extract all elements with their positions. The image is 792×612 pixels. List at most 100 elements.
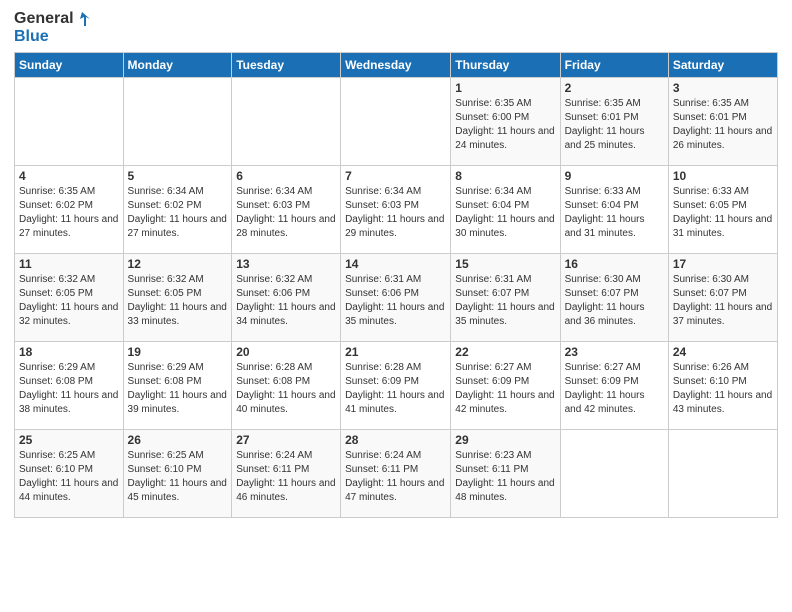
calendar-day-header: Thursday: [451, 53, 560, 78]
day-info: Sunrise: 6:30 AMSunset: 6:07 PMDaylight:…: [673, 274, 772, 327]
day-info: Sunrise: 6:26 AMSunset: 6:10 PMDaylight:…: [673, 362, 772, 415]
day-info: Sunrise: 6:25 AMSunset: 6:10 PMDaylight:…: [19, 450, 118, 503]
calendar-cell: 12Sunrise: 6:32 AMSunset: 6:05 PMDayligh…: [123, 254, 232, 342]
calendar-cell: 14 Sunrise: 6:31 AMSunset: 6:06 PMDayligh…: [341, 254, 451, 342]
page: GeneralBlue SundayMondayTuesdayWednesday…: [0, 0, 792, 612]
day-number: 2: [565, 81, 664, 95]
day-number: 24: [673, 345, 773, 359]
day-info: Sunrise: 6:24 AMSunset: 6:11 PMDaylight:…: [345, 450, 444, 503]
calendar-cell: 26Sunrise: 6:25 AMSunset: 6:10 PMDayligh…: [123, 430, 232, 518]
logo: GeneralBlue: [14, 10, 94, 46]
day-number: 11: [19, 257, 119, 271]
day-number: 23: [565, 345, 664, 359]
day-info: Sunrise: 6:24 AMSunset: 6:11 PMDaylight:…: [236, 450, 335, 503]
calendar-day-header: Wednesday: [341, 53, 451, 78]
calendar-cell: 27 Sunrise: 6:24 AMSunset: 6:11 PMDayligh…: [232, 430, 341, 518]
calendar-cell: [232, 78, 341, 166]
day-info: Sunrise: 6:28 AMSunset: 6:09 PMDaylight:…: [345, 362, 444, 415]
day-number: 8: [455, 169, 555, 183]
day-info: Sunrise: 6:35 AMSunset: 6:00 PMDaylight:…: [455, 98, 554, 151]
calendar-cell: [123, 78, 232, 166]
day-number: 9: [565, 169, 664, 183]
day-number: 17: [673, 257, 773, 271]
calendar-week-row: 11 Sunrise: 6:32 AMSunset: 6:05 PMDayligh…: [15, 254, 778, 342]
calendar-cell: [560, 430, 668, 518]
day-info: Sunrise: 6:28 AMSunset: 6:08 PMDaylight:…: [236, 362, 335, 415]
day-info: Sunrise: 6:32 AMSunset: 6:06 PMDaylight:…: [236, 274, 335, 327]
calendar-day-header: Saturday: [668, 53, 777, 78]
calendar-cell: 5 Sunrise: 6:34 AMSunset: 6:02 PMDaylight…: [123, 166, 232, 254]
header: GeneralBlue: [14, 10, 778, 46]
calendar-cell: 16 Sunrise: 6:30 AMSunset: 6:07 PMDayligh…: [560, 254, 668, 342]
day-number: 12: [128, 257, 228, 271]
day-number: 14: [345, 257, 446, 271]
day-info: Sunrise: 6:34 AMSunset: 6:03 PMDaylight:…: [345, 186, 444, 239]
day-info: Sunrise: 6:23 AMSunset: 6:11 PMDaylight:…: [455, 450, 554, 503]
calendar-cell: 1 Sunrise: 6:35 AMSunset: 6:00 PMDaylight…: [451, 78, 560, 166]
day-number: 16: [565, 257, 664, 271]
calendar-cell: 11 Sunrise: 6:32 AMSunset: 6:05 PMDayligh…: [15, 254, 124, 342]
calendar-cell: 20Sunrise: 6:28 AMSunset: 6:08 PMDayligh…: [232, 342, 341, 430]
calendar-cell: [341, 78, 451, 166]
calendar-week-row: 18 Sunrise: 6:29 AMSunset: 6:08 PMDayligh…: [15, 342, 778, 430]
day-number: 7: [345, 169, 446, 183]
day-info: Sunrise: 6:32 AMSunset: 6:05 PMDaylight:…: [19, 274, 118, 327]
logo-arrow-icon: [76, 10, 94, 28]
calendar-day-header: Friday: [560, 53, 668, 78]
day-number: 5: [128, 169, 228, 183]
logo-blue-text: Blue: [14, 28, 49, 46]
calendar-cell: 13 Sunrise: 6:32 AMSunset: 6:06 PMDayligh…: [232, 254, 341, 342]
calendar-cell: 29 Sunrise: 6:23 AMSunset: 6:11 PMDayligh…: [451, 430, 560, 518]
calendar-cell: [15, 78, 124, 166]
day-info: Sunrise: 6:35 AMSunset: 6:02 PMDaylight:…: [19, 186, 118, 239]
day-number: 19: [128, 345, 228, 359]
calendar-week-row: 25Sunrise: 6:25 AMSunset: 6:10 PMDayligh…: [15, 430, 778, 518]
logo-general-text: General: [14, 10, 74, 28]
day-info: Sunrise: 6:34 AMSunset: 6:02 PMDaylight:…: [128, 186, 227, 239]
day-info: Sunrise: 6:31 AMSunset: 6:07 PMDaylight:…: [455, 274, 554, 327]
day-number: 10: [673, 169, 773, 183]
day-info: Sunrise: 6:29 AMSunset: 6:08 PMDaylight:…: [128, 362, 227, 415]
day-number: 28: [345, 433, 446, 447]
day-info: Sunrise: 6:27 AMSunset: 6:09 PMDaylight:…: [565, 362, 645, 415]
calendar-cell: 22 Sunrise: 6:27 AMSunset: 6:09 PMDayligh…: [451, 342, 560, 430]
day-info: Sunrise: 6:33 AMSunset: 6:04 PMDaylight:…: [565, 186, 645, 239]
day-number: 6: [236, 169, 336, 183]
day-number: 29: [455, 433, 555, 447]
calendar-cell: 28 Sunrise: 6:24 AMSunset: 6:11 PMDayligh…: [341, 430, 451, 518]
day-info: Sunrise: 6:34 AMSunset: 6:03 PMDaylight:…: [236, 186, 335, 239]
day-number: 13: [236, 257, 336, 271]
day-info: Sunrise: 6:35 AMSunset: 6:01 PMDaylight:…: [565, 98, 645, 151]
calendar-cell: [668, 430, 777, 518]
calendar-cell: 2 Sunrise: 6:35 AMSunset: 6:01 PMDaylight…: [560, 78, 668, 166]
calendar-cell: 18 Sunrise: 6:29 AMSunset: 6:08 PMDayligh…: [15, 342, 124, 430]
day-info: Sunrise: 6:30 AMSunset: 6:07 PMDaylight:…: [565, 274, 645, 327]
day-info: Sunrise: 6:31 AMSunset: 6:06 PMDaylight:…: [345, 274, 444, 327]
calendar-cell: 21Sunrise: 6:28 AMSunset: 6:09 PMDayligh…: [341, 342, 451, 430]
calendar-cell: 23 Sunrise: 6:27 AMSunset: 6:09 PMDayligh…: [560, 342, 668, 430]
calendar-cell: 6 Sunrise: 6:34 AMSunset: 6:03 PMDaylight…: [232, 166, 341, 254]
day-number: 15: [455, 257, 555, 271]
day-number: 22: [455, 345, 555, 359]
calendar-day-header: Monday: [123, 53, 232, 78]
calendar-cell: 8 Sunrise: 6:34 AMSunset: 6:04 PMDaylight…: [451, 166, 560, 254]
day-info: Sunrise: 6:34 AMSunset: 6:04 PMDaylight:…: [455, 186, 554, 239]
day-info: Sunrise: 6:27 AMSunset: 6:09 PMDaylight:…: [455, 362, 554, 415]
calendar-cell: 10 Sunrise: 6:33 AMSunset: 6:05 PMDayligh…: [668, 166, 777, 254]
day-number: 4: [19, 169, 119, 183]
calendar-cell: 19 Sunrise: 6:29 AMSunset: 6:08 PMDayligh…: [123, 342, 232, 430]
calendar-table: SundayMondayTuesdayWednesdayThursdayFrid…: [14, 52, 778, 518]
day-info: Sunrise: 6:29 AMSunset: 6:08 PMDaylight:…: [19, 362, 118, 415]
day-number: 1: [455, 81, 555, 95]
calendar-day-header: Tuesday: [232, 53, 341, 78]
day-info: Sunrise: 6:33 AMSunset: 6:05 PMDaylight:…: [673, 186, 772, 239]
calendar-cell: 25Sunrise: 6:25 AMSunset: 6:10 PMDayligh…: [15, 430, 124, 518]
calendar-cell: 17 Sunrise: 6:30 AMSunset: 6:07 PMDayligh…: [668, 254, 777, 342]
calendar-cell: 9 Sunrise: 6:33 AMSunset: 6:04 PMDaylight…: [560, 166, 668, 254]
day-number: 18: [19, 345, 119, 359]
calendar-cell: 3Sunrise: 6:35 AMSunset: 6:01 PMDaylight…: [668, 78, 777, 166]
calendar-day-header: Sunday: [15, 53, 124, 78]
day-number: 27: [236, 433, 336, 447]
calendar-header-row: SundayMondayTuesdayWednesdayThursdayFrid…: [15, 53, 778, 78]
calendar-cell: 24 Sunrise: 6:26 AMSunset: 6:10 PMDayligh…: [668, 342, 777, 430]
